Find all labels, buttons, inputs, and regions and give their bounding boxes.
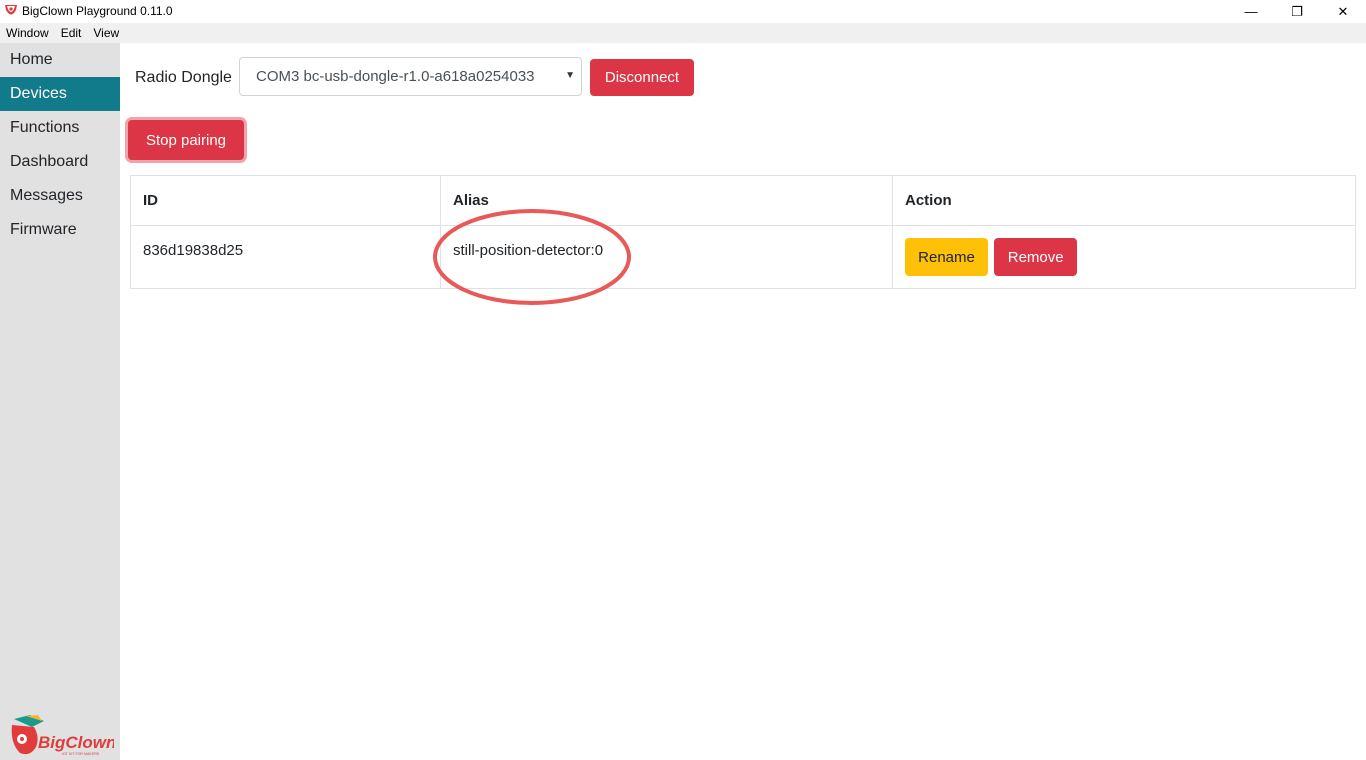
column-header-alias: Alias [440, 175, 893, 226]
radio-dongle-label: Radio Dongle [135, 69, 232, 86]
menu-bar: Window Edit View [0, 23, 1366, 43]
sidebar-item-devices[interactable]: Devices [0, 77, 120, 111]
table-row: 836d19838d25 still-position-detector:0 R… [130, 225, 1356, 289]
menu-window[interactable]: Window [6, 26, 49, 40]
remove-button[interactable]: Remove [994, 238, 1078, 276]
column-header-id: ID [130, 175, 441, 226]
window-title: BigClown Playground 0.11.0 [22, 4, 173, 18]
close-button[interactable]: ✕ [1320, 0, 1366, 23]
bigclown-logo: BigClown IOT KIT FOR MAKERS [11, 715, 114, 756]
rename-button[interactable]: Rename [905, 238, 988, 276]
radio-dongle-select[interactable]: COM3 bc-usb-dongle-r1.0-a618a0254033 ▼ [239, 57, 582, 96]
logo-tagline: IOT KIT FOR MAKERS [62, 752, 100, 756]
app-logo-icon [5, 5, 17, 15]
table-header-row: ID Alias Action [130, 175, 1356, 226]
sidebar-item-messages[interactable]: Messages [0, 179, 120, 213]
devices-page: Radio Dongle COM3 bc-usb-dongle-r1.0-a61… [120, 43, 1366, 760]
minimize-button[interactable]: — [1228, 0, 1274, 23]
logo-wordmark: BigClown [38, 733, 114, 752]
stop-pairing-button[interactable]: Stop pairing [128, 120, 244, 160]
sidebar-item-dashboard[interactable]: Dashboard [0, 145, 120, 179]
radio-dongle-selected-value: COM3 bc-usb-dongle-r1.0-a618a0254033 [256, 68, 535, 85]
device-id-cell: 836d19838d25 [130, 225, 441, 289]
device-alias-cell: still-position-detector:0 [440, 225, 893, 289]
sidebar-item-firmware[interactable]: Firmware [0, 213, 120, 247]
sidebar-item-home[interactable]: Home [0, 43, 120, 77]
device-action-cell: Rename Remove [892, 225, 1356, 289]
disconnect-button[interactable]: Disconnect [590, 59, 694, 96]
sidebar: Home Devices Functions Dashboard Message… [0, 43, 120, 760]
devices-table: ID Alias Action 836d19838d25 still-posit… [130, 175, 1356, 289]
maximize-button[interactable]: ❐ [1274, 0, 1320, 23]
caret-down-icon: ▼ [565, 70, 575, 81]
menu-edit[interactable]: Edit [61, 26, 82, 40]
menu-view[interactable]: View [93, 26, 119, 40]
column-header-action: Action [892, 175, 1356, 226]
sidebar-item-functions[interactable]: Functions [0, 111, 120, 145]
title-bar: BigClown Playground 0.11.0 — ❐ ✕ [0, 0, 1366, 23]
